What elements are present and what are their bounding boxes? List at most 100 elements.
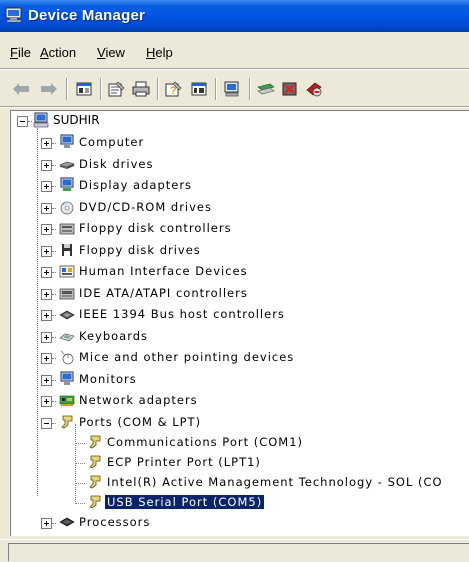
tree-item-label: Communications Port (COM1) — [107, 435, 304, 449]
device-tree[interactable]: SUDHIR Computer Disk drives Display adapte… — [10, 110, 469, 536]
tree-connector — [52, 293, 56, 295]
tree-item-amt-sol[interactable]: Intel(R) Active Management Technology - … — [11, 473, 469, 493]
back-arrow-icon — [13, 83, 29, 95]
view-icon — [191, 82, 207, 96]
tree-item-monitors[interactable]: Monitors — [11, 370, 469, 390]
print-icon — [132, 81, 150, 97]
tree-item-label: Keyboards — [79, 328, 149, 343]
tree-item-label: Mice and other pointing devices — [79, 350, 295, 364]
tree-item-disk-drives[interactable]: Disk drives — [11, 155, 469, 175]
expand-toggle[interactable] — [41, 310, 52, 321]
expand-toggle[interactable] — [41, 374, 52, 386]
disable-icon — [306, 82, 322, 97]
menu-file[interactable]: File — [10, 45, 31, 60]
tree-item-label: Ports (COM & LPT) — [79, 415, 202, 429]
update-driver-button[interactable] — [255, 78, 277, 100]
expand-toggle[interactable] — [41, 288, 52, 300]
tree-item-label: Processors — [79, 515, 151, 529]
print-button[interactable] — [130, 78, 152, 100]
menu-view[interactable]: View — [97, 45, 125, 60]
cdrom-icon — [60, 201, 74, 214]
tree-item-floppy-disk-drives[interactable]: Floppy disk drives — [11, 241, 469, 261]
title-bar[interactable]: Device Manager — [0, 0, 469, 32]
tree-item-human-interface-devices[interactable]: Human Interface Devices — [11, 262, 469, 282]
tree-item-network-adapters[interactable]: Network adapters — [11, 391, 469, 411]
tree-item-label: Floppy disk drives — [79, 242, 201, 257]
properties-button[interactable] — [106, 78, 128, 100]
tree-item-processors[interactable]: Processors — [11, 513, 469, 533]
tree-item-com1[interactable]: Communications Port (COM1) — [11, 433, 469, 453]
uninstall-button[interactable] — [279, 78, 301, 100]
display-adapter-icon — [60, 177, 74, 191]
network-adapter-icon — [59, 395, 75, 406]
menu-action[interactable]: Action — [40, 45, 76, 60]
tree-item-label: Display adapters — [79, 178, 193, 192]
floppy-drive-icon — [62, 243, 72, 256]
tree-connector — [75, 483, 85, 484]
tree-connector — [52, 272, 56, 273]
forward-button[interactable] — [38, 78, 60, 100]
selected-item-label: USB Serial Port (COM5) — [105, 495, 265, 509]
disable-button[interactable] — [303, 78, 325, 100]
port-icon — [89, 475, 101, 489]
tree-item-label: Intel(R) Active Management Technology - … — [107, 475, 443, 489]
tree-item-lpt1[interactable]: ECP Printer Port (LPT1) — [11, 453, 469, 473]
expand-toggle[interactable] — [41, 267, 52, 278]
show-hide-tree-button[interactable] — [73, 78, 95, 100]
tree-connector — [52, 523, 56, 524]
tree-connector — [52, 315, 56, 316]
tree-connector — [75, 463, 85, 464]
help-button[interactable]: ? — [163, 78, 185, 100]
forward-arrow-icon — [41, 83, 57, 95]
computer-monitor-icon — [60, 134, 74, 148]
status-pane — [8, 543, 469, 561]
tree-connector — [75, 503, 85, 504]
tree-item-keyboards[interactable]: Keyboards — [11, 327, 469, 347]
tree-item-label: Network adapters — [79, 393, 198, 407]
ide-controller-icon — [59, 288, 75, 299]
tree-connector — [52, 207, 56, 209]
expand-toggle[interactable] — [41, 518, 52, 529]
tree-item-label: IDE ATA/ATAPI controllers — [79, 285, 248, 300]
floppy-controller-icon — [59, 223, 75, 235]
tree-root[interactable]: SUDHIR — [11, 111, 469, 131]
tree-connector — [52, 423, 56, 424]
expand-toggle[interactable] — [41, 181, 52, 192]
tree-item-floppy-disk-controllers[interactable]: Floppy disk controllers — [11, 219, 469, 239]
status-bar — [0, 539, 469, 562]
expand-toggle[interactable] — [41, 353, 52, 364]
tree-item-label: ECP Printer Port (LPT1) — [107, 455, 261, 469]
expand-toggle[interactable] — [41, 159, 52, 171]
properties-icon — [108, 81, 125, 97]
toolbar-separator — [215, 78, 217, 100]
tree-connector — [28, 121, 32, 122]
collapse-toggle[interactable] — [17, 116, 28, 127]
expand-toggle[interactable] — [41, 245, 52, 257]
expand-toggle[interactable] — [41, 396, 52, 407]
back-button[interactable] — [10, 78, 32, 100]
tree-item-ieee-1394-bus-host-controllers[interactable]: IEEE 1394 Bus host controllers — [11, 305, 469, 325]
tree-item-mice-and-other-pointing-devices[interactable]: Mice and other pointing devices — [11, 348, 469, 368]
expand-toggle[interactable] — [41, 138, 52, 149]
menu-action-accel: A — [40, 45, 49, 60]
tree-item-display-adapters[interactable]: Display adapters — [11, 176, 469, 196]
view-button[interactable] — [188, 78, 210, 100]
expand-toggle[interactable] — [41, 202, 52, 214]
menu-help[interactable]: Help — [146, 45, 173, 60]
expand-toggle[interactable] — [41, 224, 52, 235]
collapse-toggle[interactable] — [41, 418, 52, 429]
tree-item-label: Disk drives — [79, 156, 154, 171]
tree-item-ide-ata-atapi-controllers[interactable]: IDE ATA/ATAPI controllers — [11, 284, 469, 304]
tree-item-dvd-cd-rom-drives[interactable]: DVD/CD-ROM drives — [11, 198, 469, 218]
tree-item-label: IEEE 1394 Bus host controllers — [79, 307, 285, 321]
expand-toggle[interactable] — [41, 331, 52, 343]
tree-connector — [52, 336, 56, 338]
scan-hardware-icon — [224, 81, 239, 97]
tree-item-computer[interactable]: Computer — [11, 133, 469, 153]
tree-item-ports[interactable]: Ports (COM & LPT) — [11, 413, 469, 433]
tree-item-usb-serial[interactable]: USB Serial Port (COM5) — [11, 493, 469, 513]
port-icon — [89, 455, 101, 469]
tree-connector — [52, 358, 56, 359]
keyboard-icon — [59, 333, 75, 341]
scan-hardware-button[interactable] — [221, 78, 243, 100]
